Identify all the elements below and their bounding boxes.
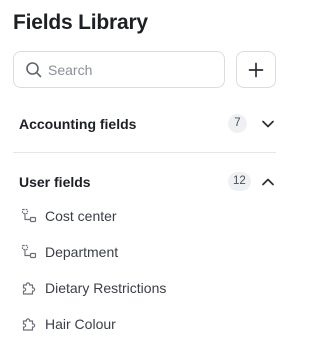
puzzle-icon bbox=[22, 282, 36, 295]
field-item-cost-center[interactable]: Cost center bbox=[13, 202, 253, 230]
search-icon bbox=[26, 62, 42, 78]
search-input[interactable] bbox=[48, 59, 218, 81]
count-badge: 12 bbox=[228, 172, 251, 191]
fields-library-panel: Fields Library Accounting fields 7 User … bbox=[0, 0, 287, 345]
section-label: Accounting fields bbox=[19, 116, 137, 132]
field-label: Cost center bbox=[45, 208, 117, 224]
field-item-department[interactable]: Department bbox=[13, 238, 253, 266]
hierarchy-icon bbox=[21, 244, 37, 259]
plus-icon bbox=[248, 62, 264, 77]
search-box[interactable] bbox=[13, 51, 225, 88]
section-header-accounting-fields[interactable]: Accounting fields 7 bbox=[13, 110, 279, 138]
count-badge: 7 bbox=[228, 114, 247, 133]
field-label: Dietary Restrictions bbox=[45, 280, 167, 296]
section-label: User fields bbox=[19, 174, 91, 190]
field-item-dietary-restrictions[interactable]: Dietary Restrictions bbox=[13, 274, 253, 302]
add-field-button[interactable] bbox=[236, 51, 276, 88]
field-item-hair-colour[interactable]: Hair Colour bbox=[13, 310, 253, 338]
hierarchy-icon bbox=[21, 208, 37, 223]
section-divider bbox=[13, 152, 276, 153]
puzzle-icon bbox=[22, 318, 36, 331]
chevron-up-icon bbox=[262, 178, 274, 186]
field-label: Department bbox=[45, 244, 119, 260]
page-title: Fields Library bbox=[13, 11, 148, 34]
field-label: Hair Colour bbox=[45, 316, 116, 332]
chevron-down-icon bbox=[262, 120, 274, 128]
section-header-user-fields[interactable]: User fields 12 bbox=[13, 168, 279, 196]
